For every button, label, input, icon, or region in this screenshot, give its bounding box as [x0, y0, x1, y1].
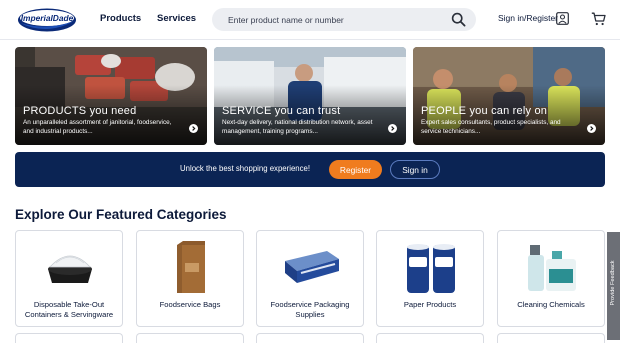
section-title: Explore Our Featured Categories: [15, 207, 227, 222]
hero-title: PEOPLE you can rely on: [421, 105, 548, 117]
category-label: Disposable Take-Out Containers & Serving…: [24, 300, 114, 319]
category-card-partial[interactable]: [256, 333, 364, 343]
register-button[interactable]: Register: [329, 160, 382, 179]
hero-card-people[interactable]: PEOPLE you can rely on Expert sales cons…: [413, 47, 605, 145]
hero-description: An unparalleled assortment of janitorial…: [23, 119, 172, 135]
category-card-foodservice-bags[interactable]: Foodservice Bags: [136, 230, 244, 327]
sign-in-register-link[interactable]: Sign in/Register: [498, 13, 558, 23]
svg-text:ImperialDade: ImperialDade: [21, 13, 74, 23]
sign-in-button[interactable]: Sign in: [390, 160, 440, 179]
search-icon[interactable]: [451, 12, 466, 27]
category-card-partial[interactable]: [376, 333, 484, 343]
arrow-right-icon[interactable]: [189, 124, 198, 133]
hero-title: PRODUCTS you need: [23, 105, 137, 117]
hero-card-products[interactable]: PRODUCTS you need An unparalleled assort…: [15, 47, 207, 145]
feedback-tab[interactable]: Provide Feedback: [607, 232, 620, 340]
arrow-right-icon[interactable]: [587, 124, 596, 133]
category-card-paper-products[interactable]: Paper Products: [376, 230, 484, 327]
category-card-partial[interactable]: [15, 333, 123, 343]
category-card-packaging-supplies[interactable]: Foodservice Packaging Supplies: [256, 230, 364, 327]
takeout-container-image: [40, 239, 100, 295]
user-icon[interactable]: [556, 12, 569, 25]
category-card-takeout-containers[interactable]: Disposable Take-Out Containers & Serving…: [15, 230, 123, 327]
arrow-right-icon[interactable]: [388, 124, 397, 133]
logo-icon: ImperialDade: [18, 8, 76, 32]
cart-icon[interactable]: [591, 12, 606, 26]
category-card-partial[interactable]: [136, 333, 244, 343]
search-bar: [212, 8, 476, 31]
category-label: Cleaning Chemicals: [517, 300, 585, 309]
category-label: Paper Products: [403, 300, 457, 309]
paper-towel-image: [401, 239, 461, 295]
category-card-cleaning-chemicals[interactable]: Cleaning Chemicals: [497, 230, 605, 327]
nav-products[interactable]: Products: [100, 13, 141, 24]
imperialdade-logo[interactable]: ImperialDade: [16, 6, 78, 33]
category-card-partial[interactable]: [497, 333, 605, 343]
signup-banner: Unlock the best shopping experience!: [15, 152, 605, 187]
banner-text: Unlock the best shopping experience!: [180, 164, 311, 173]
paper-bag-image: [161, 239, 221, 295]
hero-title: SERVICE you can trust: [222, 105, 341, 117]
hero-card-service[interactable]: SERVICE you can trust Next-day delivery,…: [214, 47, 406, 145]
category-label: Foodservice Packaging Supplies: [270, 300, 350, 319]
spray-bottle-image: [522, 239, 582, 295]
feedback-label: Provide Feedback: [610, 260, 616, 306]
hero-description: Next-day delivery, national distribution…: [222, 119, 373, 135]
category-label: Foodservice Bags: [159, 300, 221, 309]
hero-description: Expert sales consultants, product specia…: [421, 119, 561, 135]
search-input[interactable]: [228, 12, 448, 27]
nav-services[interactable]: Services: [157, 13, 196, 24]
foil-box-image: [281, 239, 341, 295]
site-header: ImperialDade Products Services Sign in/R…: [0, 0, 620, 40]
